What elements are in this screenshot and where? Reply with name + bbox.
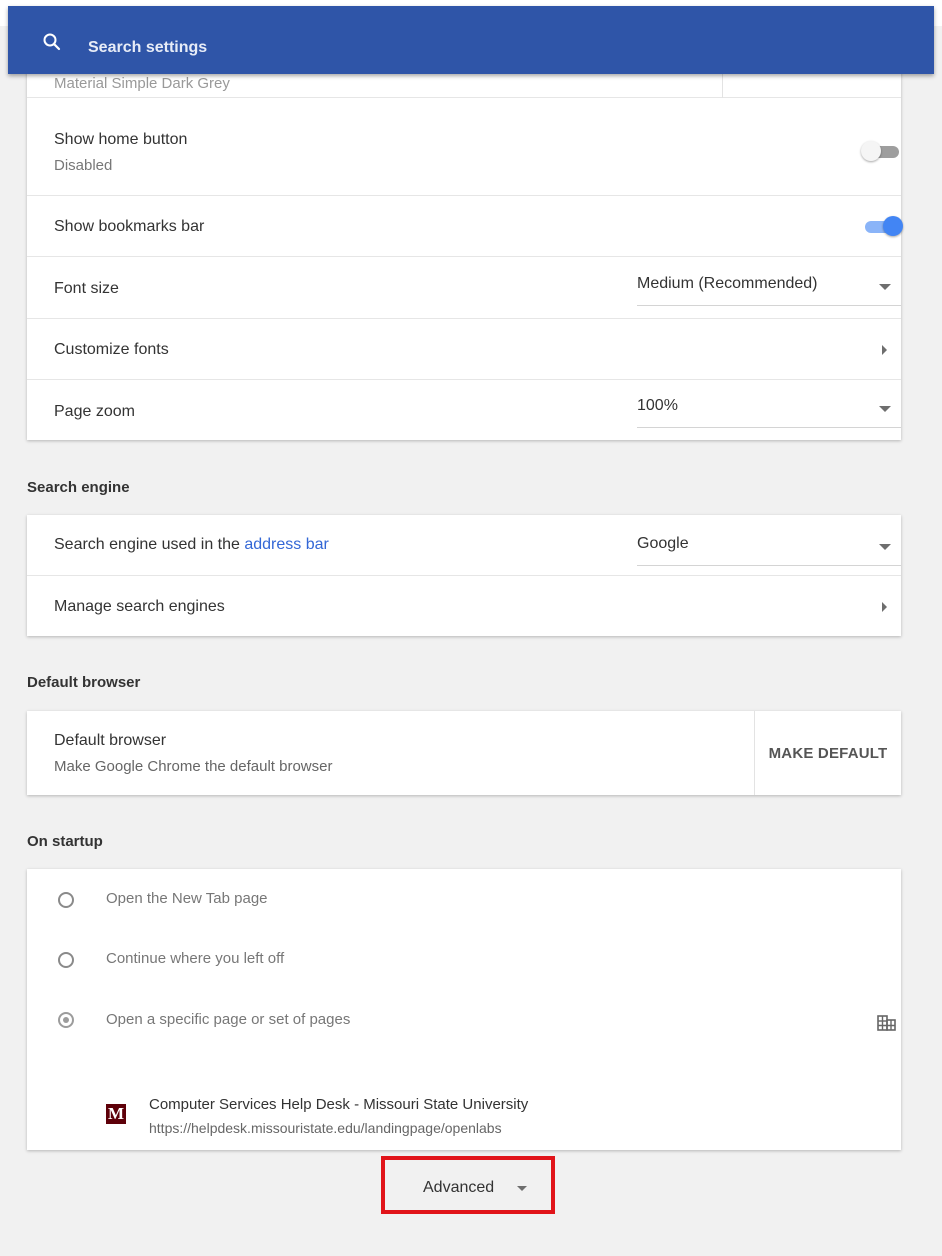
font-size-label: Font size <box>54 280 119 297</box>
show-bookmarks-bar-row[interactable]: Show bookmarks bar <box>27 196 903 257</box>
manage-search-engines-label: Manage search engines <box>54 598 225 615</box>
search-bar[interactable]: Search settings <box>8 6 934 74</box>
chevron-right-icon <box>882 602 887 612</box>
startup-option-label: Open the New Tab page <box>106 890 268 907</box>
on-startup-card: Open the New Tab page Continue where you… <box>27 869 901 1150</box>
search-input[interactable]: Search settings <box>88 39 207 57</box>
search-icon <box>43 33 61 51</box>
font-size-row: Font size Medium (Recommended) <box>27 257 901 319</box>
startup-option-new-tab[interactable]: Open the New Tab page <box>27 869 901 929</box>
show-home-button-status: Disabled <box>54 157 113 174</box>
theme-name-partial: Material Simple Dark Grey <box>54 75 230 92</box>
chevron-down-icon <box>879 544 891 550</box>
default-browser-sub: Make Google Chrome the default browser <box>54 758 333 775</box>
search-engine-card: Search engine used in the address bar Go… <box>27 515 901 636</box>
default-browser-heading: Default browser <box>27 674 141 691</box>
page-zoom-row: Page zoom 100% <box>27 380 901 440</box>
radio-button[interactable] <box>58 892 74 908</box>
show-bookmarks-bar-toggle[interactable] <box>861 216 903 236</box>
default-browser-card: Default browser Make Google Chrome the d… <box>27 711 901 795</box>
theme-row-divider <box>722 74 723 98</box>
page-zoom-select[interactable]: 100% <box>637 397 901 428</box>
startup-option-label: Open a specific page or set of pages <box>106 1011 351 1028</box>
show-home-button-row[interactable]: Show home button Disabled <box>27 98 901 196</box>
startup-page-url: https://helpdesk.missouristate.edu/landi… <box>149 1120 502 1136</box>
page-zoom-value: 100% <box>637 397 678 414</box>
radio-button-checked[interactable] <box>58 1012 74 1028</box>
startup-option-specific-pages[interactable]: Open a specific page or set of pages <box>27 989 901 1049</box>
startup-page-title: Computer Services Help Desk - Missouri S… <box>149 1096 529 1113</box>
startup-option-label: Continue where you left off <box>106 950 285 967</box>
font-size-value: Medium (Recommended) <box>637 275 818 292</box>
show-home-button-label: Show home button <box>54 131 188 148</box>
customize-fonts-row[interactable]: Customize fonts <box>27 319 901 380</box>
show-bookmarks-bar-label: Show bookmarks bar <box>54 218 205 235</box>
show-home-button-toggle[interactable] <box>861 141 903 161</box>
appearance-card: Material Simple Dark Grey Show home butt… <box>27 20 903 440</box>
search-engine-used-label: Search engine used in the address bar <box>54 536 329 554</box>
search-engine-value: Google <box>637 535 689 552</box>
chevron-down-icon <box>879 284 891 290</box>
building-icon <box>877 1015 896 1031</box>
advanced-button[interactable]: Advanced <box>381 1156 555 1214</box>
advanced-label: Advanced <box>423 1179 495 1196</box>
search-engine-used-row: Search engine used in the address bar Go… <box>27 515 901 576</box>
default-browser-title: Default browser <box>54 732 167 749</box>
address-bar-link[interactable]: address bar <box>244 536 329 553</box>
customize-fonts-label: Customize fonts <box>54 341 169 358</box>
search-engine-used-text: Search engine used in the <box>54 536 245 553</box>
on-startup-heading: On startup <box>27 833 103 850</box>
toggle-knob <box>883 216 903 236</box>
chevron-right-icon <box>882 345 887 355</box>
page-zoom-label: Page zoom <box>54 403 135 420</box>
font-size-select[interactable]: Medium (Recommended) <box>637 275 901 306</box>
radio-button[interactable] <box>58 952 74 968</box>
chevron-down-icon <box>879 406 891 412</box>
chevron-down-icon <box>517 1186 527 1191</box>
startup-option-continue[interactable]: Continue where you left off <box>27 929 901 989</box>
make-default-label: MAKE DEFAULT <box>768 744 888 762</box>
search-engine-select[interactable]: Google <box>637 535 901 566</box>
site-favicon: M <box>106 1104 126 1124</box>
toggle-knob <box>861 141 881 161</box>
search-engine-heading: Search engine <box>27 479 130 496</box>
manage-search-engines-row[interactable]: Manage search engines <box>27 576 901 636</box>
make-default-button[interactable]: MAKE DEFAULT <box>754 711 901 795</box>
